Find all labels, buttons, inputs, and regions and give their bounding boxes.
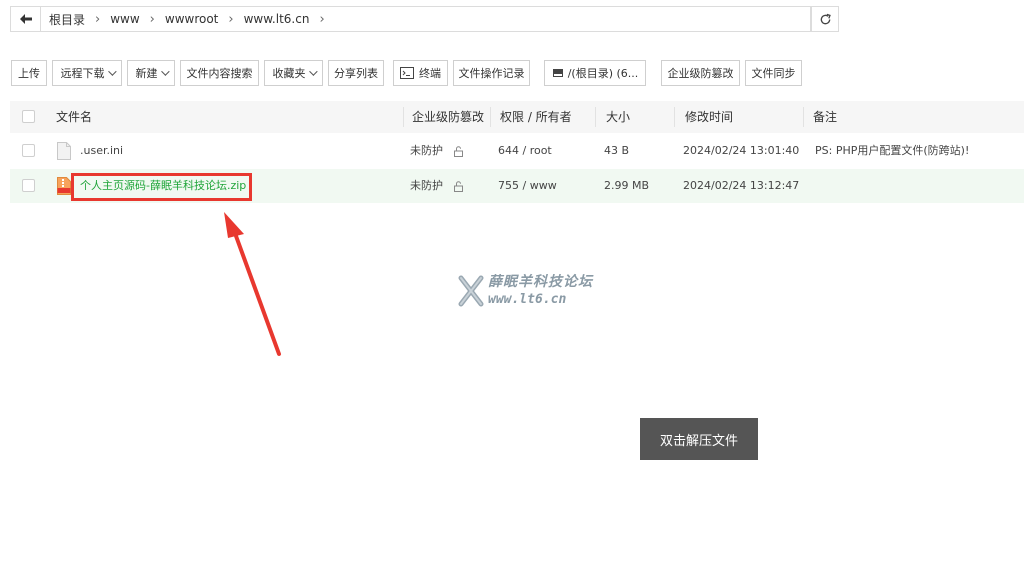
modified-time: 2024/02/24 13:12:47 bbox=[683, 179, 800, 192]
chevron-down-icon bbox=[308, 67, 318, 76]
file-icon bbox=[57, 142, 71, 160]
chevron-right-icon: › bbox=[319, 11, 325, 27]
share-list-button[interactable]: 分享列表 bbox=[328, 60, 384, 86]
refresh-button[interactable] bbox=[811, 6, 839, 32]
file-size: 2.99 MB bbox=[604, 179, 650, 192]
breadcrumb-item-wwwroot[interactable]: wwwroot bbox=[165, 12, 219, 26]
lock-open-icon[interactable] bbox=[453, 180, 464, 192]
note[interactable]: PS: PHP用户配置文件(防跨站)! bbox=[815, 134, 969, 168]
file-sync-button[interactable]: 文件同步 bbox=[745, 60, 802, 86]
modified-time: 2024/02/24 13:01:40 bbox=[683, 144, 800, 157]
disk-button[interactable]: /(根目录) (6... bbox=[544, 60, 646, 86]
file-name[interactable]: .user.ini bbox=[80, 134, 123, 168]
breadcrumb-item-www[interactable]: www bbox=[110, 12, 139, 26]
row-checkbox[interactable] bbox=[22, 144, 35, 157]
permission[interactable]: 755 / www bbox=[498, 169, 557, 203]
breadcrumb-item-site[interactable]: www.lt6.cn bbox=[244, 12, 310, 26]
tamper-status: 未防护 bbox=[410, 134, 464, 168]
breadcrumb: 根目录 › www › wwwroot › www.lt6.cn › bbox=[49, 11, 335, 28]
file-size: 43 B bbox=[604, 144, 630, 157]
zip-file-icon bbox=[57, 177, 71, 195]
watermark: 薛眠羊科技论坛 www.lt6.cn bbox=[458, 274, 593, 308]
breadcrumb-item-root[interactable]: 根目录 bbox=[49, 11, 85, 28]
terminal-icon bbox=[400, 67, 414, 79]
arrow-left-icon bbox=[19, 14, 32, 24]
header-name[interactable]: 文件名 bbox=[56, 101, 92, 133]
annotation-highlight-box bbox=[71, 173, 252, 201]
watermark-url: www.lt6.cn bbox=[488, 292, 567, 307]
disk-icon bbox=[552, 69, 563, 77]
tamper-protect-button[interactable]: 企业级防篡改 bbox=[661, 60, 740, 86]
watermark-logo-icon bbox=[458, 275, 484, 307]
new-button[interactable]: 新建 bbox=[127, 60, 175, 86]
header-mtime[interactable]: 修改时间 bbox=[685, 101, 733, 133]
chevron-right-icon: › bbox=[95, 11, 101, 27]
remote-download-button[interactable]: 远程下载 bbox=[52, 60, 122, 86]
row-checkbox[interactable] bbox=[22, 179, 35, 192]
refresh-icon bbox=[820, 13, 831, 24]
content-search-button[interactable]: 文件内容搜索 bbox=[180, 60, 259, 86]
header-permission[interactable]: 权限 / 所有者 bbox=[500, 101, 572, 133]
tamper-status: 未防护 bbox=[410, 169, 464, 203]
chevron-right-icon: › bbox=[149, 11, 155, 27]
upload-button[interactable]: 上传 bbox=[11, 60, 47, 86]
header-tamper[interactable]: 企业级防篡改 bbox=[412, 101, 484, 133]
table-header: 文件名 企业级防篡改 权限 / 所有者 大小 修改时间 备注 bbox=[10, 101, 1024, 133]
chevron-right-icon: › bbox=[228, 11, 234, 27]
chevron-down-icon bbox=[160, 67, 170, 76]
favorites-button[interactable]: 收藏夹 bbox=[264, 60, 323, 86]
operation-log-button[interactable]: 文件操作记录 bbox=[453, 60, 530, 86]
permission[interactable]: 644 / root bbox=[498, 134, 552, 168]
watermark-title: 薛眠羊科技论坛 bbox=[488, 274, 593, 290]
terminal-button[interactable]: 终端 bbox=[393, 60, 448, 86]
back-button[interactable] bbox=[10, 6, 40, 32]
header-note[interactable]: 备注 bbox=[813, 101, 837, 133]
address-bar[interactable]: 根目录 › www › wwwroot › www.lt6.cn › bbox=[40, 6, 811, 32]
table-row[interactable]: .user.ini 未防护 644 / root 43 B 2024/02/24… bbox=[10, 134, 1024, 168]
hint-tooltip: 双击解压文件 bbox=[640, 418, 758, 460]
chevron-down-icon bbox=[107, 67, 117, 76]
select-all-checkbox[interactable] bbox=[22, 110, 35, 123]
lock-open-icon[interactable] bbox=[453, 145, 464, 157]
header-size[interactable]: 大小 bbox=[606, 101, 630, 133]
